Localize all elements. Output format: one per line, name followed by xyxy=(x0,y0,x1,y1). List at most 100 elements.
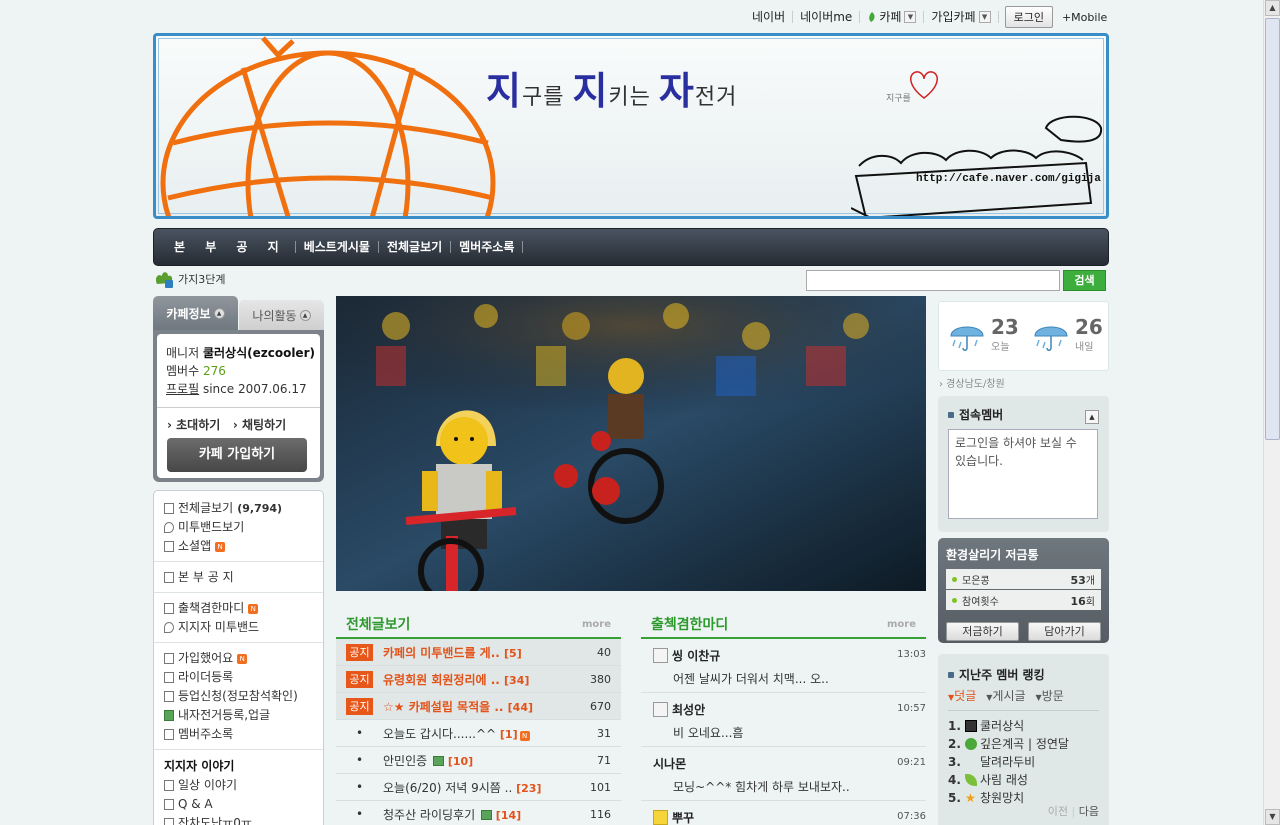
chat-link[interactable]: › 채팅하기 xyxy=(233,418,286,432)
table-row[interactable]: • 오늘도 갑시다......^^ [1] N 31 xyxy=(336,720,621,747)
eco-stat-beans: 모은콩 53개 xyxy=(946,569,1101,589)
table-row[interactable]: • 오늘(6/20) 저녁 9시쯤 .. [23] 101 xyxy=(336,774,621,801)
menu-item-all-posts[interactable]: 전체글보기 xyxy=(379,241,452,253)
weather-region[interactable]: › 경상남도/창원 xyxy=(939,375,1005,390)
post-title[interactable]: 유령회원 회원정리에 .. xyxy=(383,673,500,687)
profile-link[interactable]: 프로필 xyxy=(166,382,199,396)
menu-chatter[interactable]: 잔차도난ㅠ0ㅠ xyxy=(164,814,313,825)
cafe-level[interactable]: 가지3단계 xyxy=(154,270,225,288)
members-label: 멤버수 xyxy=(166,364,200,378)
join-cafe-button[interactable]: 카페 가입하기 xyxy=(167,438,307,472)
menu-item-notice[interactable]: 본 부 공 지 xyxy=(166,241,296,253)
comment-text[interactable]: 모닝~^^* 힘차게 하루 보내보자.. xyxy=(653,778,926,795)
post-title[interactable]: 카페의 미투밴드를 게.. xyxy=(383,646,500,660)
gnb-cafe[interactable]: 카페 ▼ xyxy=(860,11,925,23)
board-icon xyxy=(164,780,174,791)
author-name[interactable]: 시나몬 xyxy=(653,755,686,772)
board-attendance-more[interactable]: more xyxy=(887,619,916,630)
board-attendance-title[interactable]: 출첵겸한마디 xyxy=(651,614,728,634)
table-row[interactable]: 공지 유령회원 회원정리에 .. [34] 380 xyxy=(336,666,621,693)
menu-address-label: 멤버주소록 xyxy=(178,727,234,741)
list-item[interactable]: 2. 깊은계곡 | 정연달 xyxy=(948,735,1099,753)
tab-visits[interactable]: ▼방문 xyxy=(1036,687,1064,704)
table-row[interactable]: • 안민인증 [10] 71 xyxy=(336,747,621,774)
menu-social-app[interactable]: 소셜앱 N xyxy=(164,537,313,556)
chevron-down-icon[interactable]: ▼ xyxy=(978,11,991,23)
member-name[interactable]: 깊은계곡 | 정연달 xyxy=(980,735,1069,753)
member-name[interactable]: 사림 래성 xyxy=(980,771,1028,789)
menu-item-address-book[interactable]: 멤버주소록 xyxy=(451,241,524,253)
members-count[interactable]: 276 xyxy=(203,364,226,378)
scroll-down-icon[interactable]: ▼ xyxy=(1265,809,1280,825)
post-title[interactable]: 청주산 라이딩후기 xyxy=(383,808,475,822)
member-name[interactable]: 창원망치 xyxy=(980,789,1024,807)
tab-comments-label: 덧글 xyxy=(954,689,977,703)
menu-levelup[interactable]: 등업신청(정모참석확인) xyxy=(164,687,313,706)
menu-joined[interactable]: 가입했어요 N xyxy=(164,649,313,668)
prev-button[interactable]: 이전 xyxy=(1048,805,1068,818)
main-photo[interactable] xyxy=(336,296,926,591)
manager-name[interactable]: 쿨러상식(ezcooler) xyxy=(203,346,315,360)
vertical-scrollbar[interactable]: ▲ ▼ xyxy=(1263,0,1280,825)
gnb-joined-cafe-link[interactable]: 가입카페 xyxy=(931,11,975,23)
menu-band-view[interactable]: 미투밴드보기 xyxy=(164,518,313,537)
next-button[interactable]: 다음 xyxy=(1079,805,1099,818)
collapse-icon[interactable]: ▲ xyxy=(1085,410,1099,424)
post-title[interactable]: ☆★ 카페설립 목적을 .. xyxy=(383,700,503,714)
gnb-joined-cafe[interactable]: 가입카페 ▼ xyxy=(924,11,999,23)
post-title[interactable]: 오늘도 갑시다......^^ xyxy=(383,727,496,741)
table-row[interactable]: 공지 ☆★ 카페설립 목적을 .. [44] 670 xyxy=(336,693,621,720)
gnb-naver[interactable]: 네이버 xyxy=(745,11,794,23)
board-all-more[interactable]: more xyxy=(582,619,611,630)
list-item[interactable]: 4. 사림 래성 xyxy=(948,771,1099,789)
login-button[interactable]: 로그인 xyxy=(1004,6,1053,28)
search-input[interactable] xyxy=(806,270,1060,291)
main-menu-bar: 본 부 공 지 베스트게시물 전체글보기 멤버주소록 xyxy=(153,228,1109,266)
today-temperature: 23 xyxy=(991,315,1019,339)
list-item[interactable]: 3. 달려라두비 xyxy=(948,753,1099,771)
invite-link[interactable]: › 초대하기 xyxy=(167,418,220,432)
gnb-naverme-link[interactable]: 네이버me xyxy=(800,11,852,23)
member-name[interactable]: 쿨러상식 xyxy=(980,717,1024,735)
tab-comments[interactable]: ▼덧글 xyxy=(948,687,976,704)
comment-text[interactable]: 어젠 날씨가 더워서 치맥... 오.. xyxy=(653,670,926,687)
author-name[interactable]: 최성안 xyxy=(672,701,705,718)
tab-my-activity[interactable]: 나의활동 ▲ xyxy=(239,300,324,330)
chevron-down-icon[interactable]: ▼ xyxy=(904,11,917,23)
save-button[interactable]: 저금하기 xyxy=(946,622,1019,641)
tab-cafe-info[interactable]: 카페정보 ▲ xyxy=(153,296,238,330)
author-name[interactable]: 씽 이찬규 xyxy=(672,647,720,664)
gnb-naverme[interactable]: 네이버me xyxy=(793,11,861,23)
menu-qa[interactable]: Q & A xyxy=(164,795,313,814)
comment-text[interactable]: 비 오네요...흠 xyxy=(653,724,926,741)
mobile-link[interactable]: +Mobile xyxy=(1062,11,1107,24)
menu-daily[interactable]: 일상 이야기 xyxy=(164,776,313,795)
search-button[interactable]: 검색 xyxy=(1063,270,1106,291)
scrollbar-thumb[interactable] xyxy=(1265,18,1280,440)
menu-bike[interactable]: 내자전거등록,업글 xyxy=(164,706,313,725)
menu-item-best[interactable]: 베스트게시물 xyxy=(296,241,379,253)
tab-visits-label: 방문 xyxy=(1041,689,1064,703)
menu-all-posts[interactable]: 전체글보기 (9,794) xyxy=(164,499,313,518)
take-button[interactable]: 담아가기 xyxy=(1028,622,1101,641)
leaf-icon xyxy=(869,12,875,22)
member-name[interactable]: 달려라두비 xyxy=(980,753,1035,771)
list-item[interactable]: 1. 쿨러상식 xyxy=(948,717,1099,735)
menu-attend[interactable]: 출책겸한마디 N xyxy=(164,599,313,618)
menu-address[interactable]: 멤버주소록 xyxy=(164,725,313,744)
menu-notice[interactable]: 본 부 공 지 xyxy=(164,568,313,587)
table-row[interactable]: • 청주산 라이딩후기 [14] 116 xyxy=(336,801,621,825)
menu-band[interactable]: 지지자 미투밴드 xyxy=(164,618,313,637)
board-all-title[interactable]: 전체글보기 xyxy=(346,614,410,634)
scroll-up-icon[interactable]: ▲ xyxy=(1265,0,1280,16)
cafe-banner[interactable]: 지구를 지키는 자전거 지구를 http://cafe.naver.com/gi… xyxy=(153,33,1109,219)
menu-rider[interactable]: 라이더등록 xyxy=(164,668,313,687)
gnb-cafe-link[interactable]: 카페 xyxy=(879,11,901,23)
gnb-naver-link[interactable]: 네이버 xyxy=(752,11,785,23)
table-row[interactable]: 공지 카페의 미투밴드를 게.. [5] 40 xyxy=(336,639,621,666)
banner-url[interactable]: http://cafe.naver.com/gigija xyxy=(916,173,1101,185)
post-title[interactable]: 오늘(6/20) 저녁 9시쯤 .. xyxy=(383,781,512,795)
author-name[interactable]: 뿌꾸 xyxy=(672,809,694,825)
tab-posts[interactable]: ▼게시글 xyxy=(986,687,1025,704)
post-title[interactable]: 안민인증 xyxy=(383,754,427,768)
